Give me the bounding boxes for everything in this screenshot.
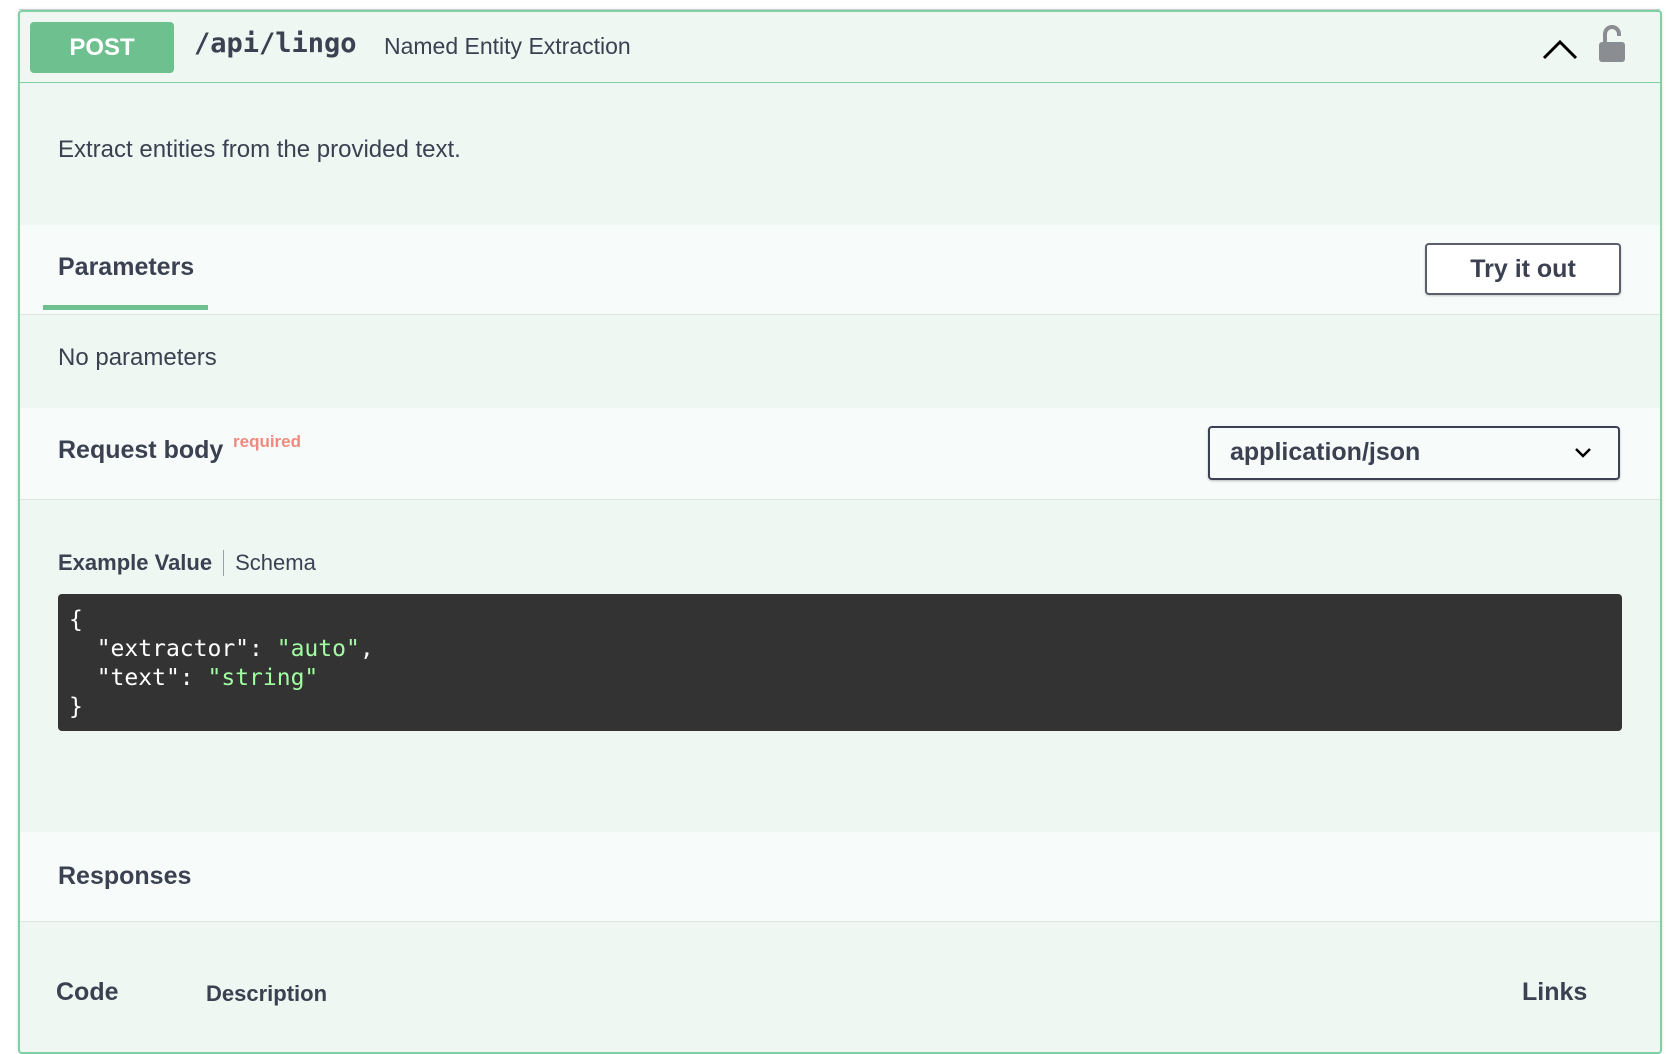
column-header-links: Links (1522, 978, 1588, 1006)
unlocked-icon[interactable] (1596, 24, 1628, 64)
tab-parameters[interactable]: Parameters (58, 253, 194, 282)
responses-section-header: Responses (20, 832, 1660, 922)
example-value-code[interactable]: { "extractor": "auto", "text": "string" … (58, 594, 1622, 731)
required-badge: required (233, 432, 302, 451)
code-value-auto: "auto" (276, 636, 360, 662)
operation-summary[interactable]: POST /api/lingo Named Entity Extraction (20, 12, 1660, 83)
responses-title: Responses (58, 862, 192, 890)
code-brace-close: } (69, 694, 83, 720)
content-type-select[interactable]: application/json (1208, 426, 1620, 480)
chevron-up-icon[interactable] (1540, 34, 1580, 64)
code-separator: : (179, 665, 208, 691)
operation-summary-text: Named Entity Extraction (384, 33, 631, 59)
tab-example-value[interactable]: Example Value (58, 550, 212, 576)
code-key-extractor: "extractor" (96, 636, 250, 662)
top-divider (19, 0, 1660, 10)
parameters-section-header: Parameters Try it out (20, 225, 1660, 315)
try-it-out-button[interactable]: Try it out (1425, 243, 1621, 295)
code-brace-open: { (69, 607, 83, 633)
code-value-string: "string" (207, 665, 319, 691)
tab-divider (223, 550, 225, 576)
code-key-text: "text" (96, 665, 180, 691)
operation-block-post-api-lingo: POST /api/lingo Named Entity Extraction … (18, 10, 1662, 1054)
operation-description: Extract entities from the provided text. (58, 136, 461, 163)
code-separator: : (249, 636, 277, 662)
content-type-value: application/json (1230, 438, 1421, 466)
column-header-description: Description (206, 981, 328, 1006)
active-tab-indicator (43, 305, 208, 310)
request-body-title: Request body (58, 436, 224, 464)
request-body-section-header: Request body required application/json (20, 408, 1660, 500)
column-header-code: Code (56, 978, 119, 1006)
example-schema-tabs: Example Value Schema (58, 550, 316, 576)
code-comma: , (359, 636, 374, 662)
operation-path: /api/lingo (194, 28, 357, 59)
http-method-badge: POST (30, 22, 174, 73)
no-parameters-text: No parameters (58, 344, 217, 371)
chevron-down-icon (1575, 448, 1591, 458)
tab-schema[interactable]: Schema (235, 550, 316, 576)
